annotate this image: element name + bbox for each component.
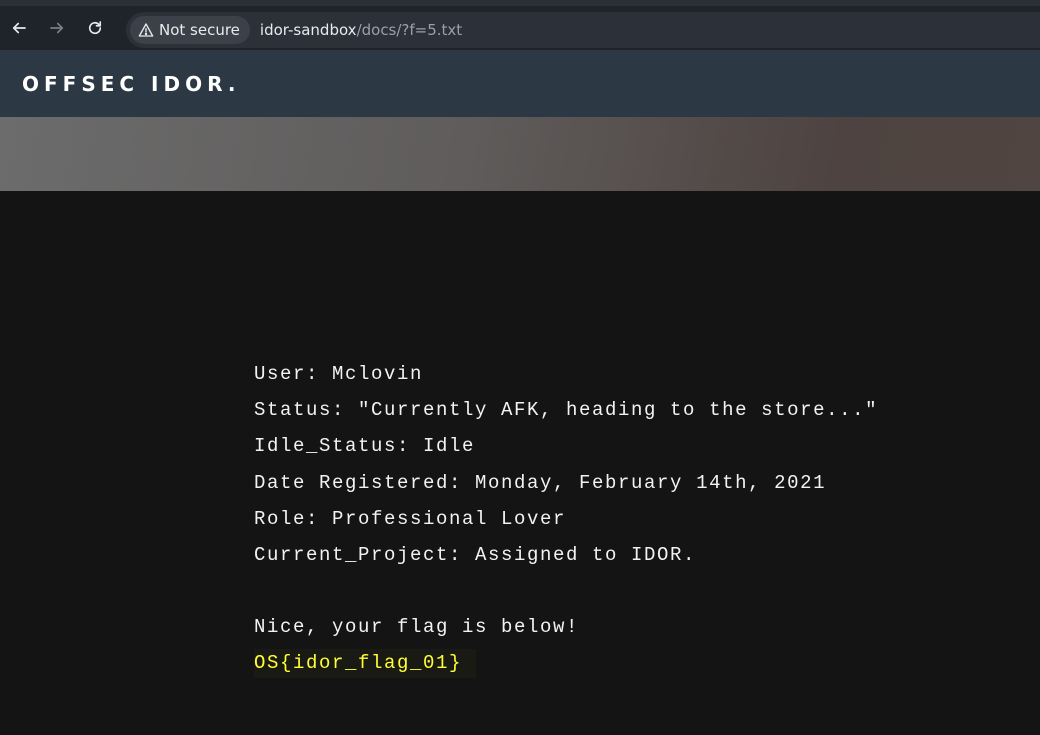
warning-icon [138, 23, 154, 37]
url-text[interactable]: idor-sandbox/docs/?f=5.txt [260, 21, 462, 39]
arrow-right-icon [50, 22, 64, 34]
hero-banner [0, 117, 1040, 191]
security-indicator[interactable]: Not secure [130, 16, 250, 44]
reload-icon [88, 21, 102, 35]
current-project-line: Current_Project: Assigned to IDOR. [254, 543, 697, 566]
message-line: Nice, your flag is below! [254, 616, 580, 639]
date-registered-line: Date Registered: Monday, February 14th, … [254, 471, 827, 494]
flag-text: OS{idor_flag_01} [254, 649, 477, 679]
back-button[interactable] [0, 9, 38, 47]
document-content: User: Mclovin Status: "Currently AFK, he… [254, 360, 1014, 686]
status-line: Status: "Currently AFK, heading to the s… [254, 399, 879, 422]
idle-status-line: Idle_Status: Idle [254, 435, 476, 458]
site-logo[interactable]: OFFSEC IDOR. [22, 72, 240, 96]
role-line: Role: Professional Lover [254, 507, 567, 530]
browser-toolbar: Not secure idor-sandbox/docs/?f=5.txt [0, 0, 1040, 50]
url-host: idor-sandbox [259, 21, 357, 39]
reload-button[interactable] [76, 9, 114, 47]
user-line: User: Mclovin [254, 363, 424, 385]
url-path: /docs/?f=5.txt [356, 21, 463, 39]
security-label: Not secure [159, 21, 240, 39]
arrow-left-icon [12, 22, 26, 34]
site-header: OFFSEC IDOR. [0, 50, 1040, 117]
address-bar[interactable]: Not secure idor-sandbox/docs/?f=5.txt [126, 12, 1040, 48]
forward-button[interactable] [38, 9, 76, 47]
